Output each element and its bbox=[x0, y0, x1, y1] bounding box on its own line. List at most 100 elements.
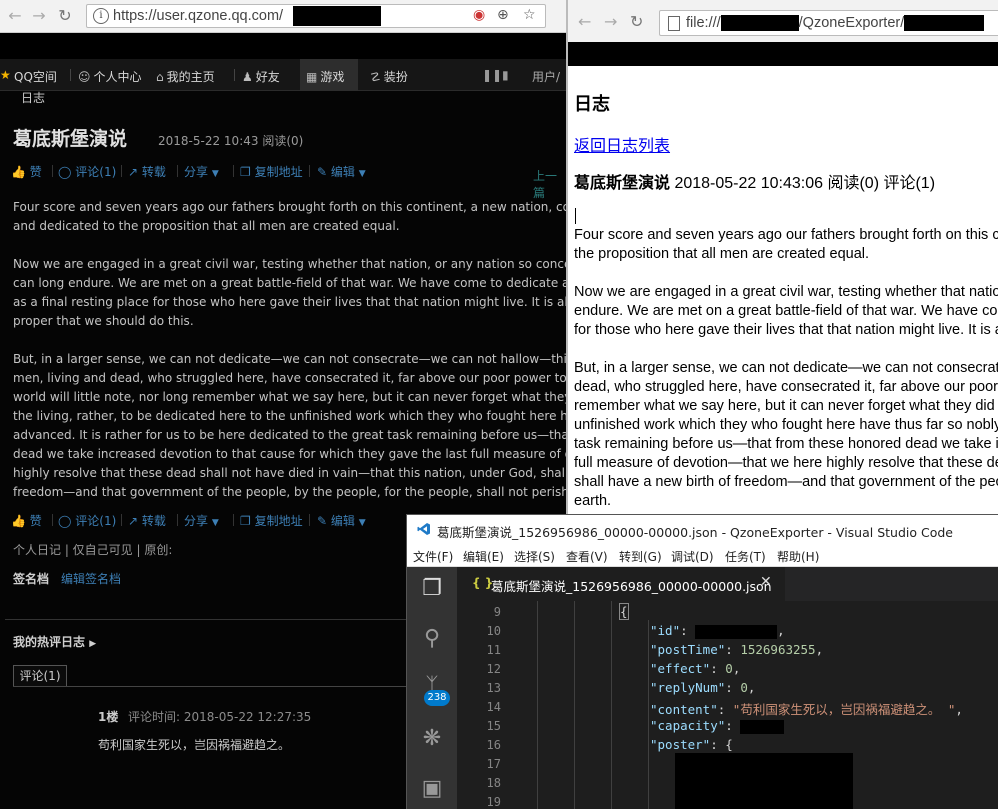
comment-button[interactable]: ◯ 评论(1) bbox=[58, 163, 116, 180]
post-title: 葛底斯堡演说 bbox=[13, 128, 128, 150]
close-icon[interactable]: ✕ bbox=[760, 574, 772, 590]
search-icon[interactable]: ⚲ bbox=[420, 627, 444, 651]
forward-arrow-icon[interactable]: → bbox=[604, 12, 617, 31]
qzone-navbar: ★ QQ空间 ☺ 个人中心 ⌂ 我的主页 ♟ 好友 ▦ 游戏 ☡ 装扮 ❚❚ ▮ 用户/ bbox=[0, 59, 566, 91]
address-url: file:////QzoneExporter/ bbox=[686, 15, 985, 32]
back-to-list-link[interactable]: 返回日志列表 bbox=[574, 132, 670, 156]
copy-address-button[interactable]: ❐ 复制地址 bbox=[240, 163, 303, 180]
post-line: Four score and seven years ago our fathe… bbox=[13, 200, 566, 214]
code-line: "content": "苟利国家生死以，岂因祸福避趋之。 ", bbox=[650, 702, 963, 717]
source-control-badge: 238 bbox=[424, 690, 450, 706]
code-line: "poster": { bbox=[650, 737, 733, 752]
signature-label: 签名档 bbox=[13, 572, 50, 586]
code-line: "capacity": bbox=[650, 718, 785, 734]
bookmark-star-icon[interactable]: ☆ bbox=[523, 7, 536, 23]
code-line: "postTime": 1526963255, bbox=[650, 642, 824, 657]
post-line: unfinished work which they who fought he… bbox=[574, 417, 998, 433]
grid-icon: ▦ bbox=[306, 70, 318, 84]
editor-tabs: { } 葛底斯堡演说_1526956986_00000-00000.json ✕ bbox=[457, 567, 998, 601]
share-button[interactable]: 分享 ▼ bbox=[184, 163, 219, 180]
zoom-icon[interactable]: ⊕ bbox=[497, 7, 509, 23]
nav-personal-center[interactable]: ☺ 个人中心 bbox=[78, 68, 142, 85]
menu-edit[interactable]: 编辑(E) bbox=[463, 548, 504, 565]
pause-icon[interactable]: ❚❚ bbox=[482, 68, 502, 82]
chevron-right-icon: ▶ bbox=[89, 639, 97, 649]
menu-selection[interactable]: 选择(S) bbox=[514, 548, 555, 565]
post-line: freedom—and that government of the peopl… bbox=[13, 485, 566, 499]
prev-post-link[interactable]: 上一篇 bbox=[533, 167, 566, 201]
post-meta: 葛底斯堡演说 2018-05-22 10:43:06 阅读(0) 评论(1) bbox=[574, 175, 936, 192]
tab-comments[interactable]: 评论(1) bbox=[13, 665, 67, 687]
chevron-down-icon: ▼ bbox=[358, 169, 366, 179]
post-line: earth. bbox=[574, 493, 612, 509]
repost-button[interactable]: ↗ 转载 bbox=[128, 512, 166, 529]
signal-icon[interactable]: ▮ bbox=[502, 68, 509, 82]
menu-debug[interactable]: 调试(D) bbox=[671, 548, 714, 565]
forward-arrow-icon[interactable]: → bbox=[30, 7, 48, 25]
reload-icon[interactable]: ↻ bbox=[56, 7, 74, 25]
reload-icon[interactable]: ↻ bbox=[630, 12, 643, 31]
extensions-icon[interactable]: ▣ bbox=[420, 777, 444, 801]
repost-button[interactable]: ↗ 转载 bbox=[128, 163, 166, 180]
menu-tasks[interactable]: 任务(T) bbox=[725, 548, 766, 565]
browser-toolbar: ← → ↻ i https://user.qzone.qq.com/ ◉ ⊕ ☆ bbox=[0, 0, 566, 33]
comment-icon: ◯ bbox=[58, 165, 72, 179]
like-button[interactable]: 👍 赞 bbox=[11, 512, 42, 529]
menu-bar: 文件(F) 编辑(E) 选择(S) 查看(V) 转到(G) 调试(D) 任务(T… bbox=[407, 545, 998, 567]
line-number: 12 bbox=[486, 662, 501, 676]
qzone-logo[interactable]: QQ空间 bbox=[14, 68, 57, 85]
blocked-content-icon[interactable]: ◉ bbox=[473, 7, 485, 23]
post-title: 葛底斯堡演说 bbox=[574, 175, 671, 192]
code-line: "replyNum": 0, bbox=[650, 680, 756, 695]
explorer-files-icon[interactable]: ❐ bbox=[420, 577, 444, 601]
menu-goto[interactable]: 转到(G) bbox=[619, 548, 662, 565]
vscode-window: 葛底斯堡演说_1526956986_00000-00000.json - Qzo… bbox=[406, 514, 998, 809]
line-number: 9 bbox=[493, 605, 501, 619]
post-line: advanced. It is rather for us to be here… bbox=[13, 428, 566, 442]
edit-button[interactable]: ✎ 编辑 ▼ bbox=[317, 512, 366, 529]
person-icon: ☺ bbox=[78, 70, 91, 84]
like-button[interactable]: 👍 赞 bbox=[11, 163, 42, 180]
address-bar[interactable]: file:////QzoneExporter/ bbox=[659, 10, 998, 36]
edit-button[interactable]: ✎ 编辑 ▼ bbox=[317, 163, 366, 180]
user-menu[interactable]: 用户/ bbox=[532, 68, 560, 85]
post-line: men, living and dead, who struggled here… bbox=[13, 371, 566, 385]
post-line: the living, rather, to be dedicated here… bbox=[13, 409, 566, 423]
nav-decorate[interactable]: ☡ 装扮 bbox=[370, 68, 408, 85]
home-icon: ⌂ bbox=[156, 70, 164, 84]
edit-icon: ✎ bbox=[317, 165, 328, 179]
back-arrow-icon[interactable]: ← bbox=[578, 12, 591, 31]
editor-tab-json[interactable]: { } 葛底斯堡演说_1526956986_00000-00000.json ✕ bbox=[457, 567, 785, 601]
code-line: "id": , bbox=[650, 623, 785, 639]
share-button[interactable]: 分享 ▼ bbox=[184, 512, 219, 529]
back-arrow-icon[interactable]: ← bbox=[6, 7, 24, 25]
menu-file[interactable]: 文件(F) bbox=[413, 548, 453, 565]
copy-address-button[interactable]: ❐ 复制地址 bbox=[240, 512, 303, 529]
line-number: 18 bbox=[486, 776, 501, 790]
browser-toolbar: ← → ↻ file:////QzoneExporter/ bbox=[568, 0, 998, 42]
text-cursor bbox=[575, 208, 576, 224]
comment-floor: 1楼 bbox=[98, 710, 119, 724]
line-number: 16 bbox=[486, 738, 501, 752]
comment-time: 评论时间: 2018-05-22 12:27:35 bbox=[128, 710, 312, 724]
edit-signature-link[interactable]: 编辑签名档 bbox=[61, 570, 121, 587]
nav-friends[interactable]: ♟ 好友 bbox=[242, 68, 280, 85]
nav-my-homepage[interactable]: ⌂ 我的主页 bbox=[156, 68, 215, 85]
code-line: "effect": 0, bbox=[650, 661, 741, 676]
address-url: https://user.qzone.qq.com/ bbox=[113, 8, 284, 24]
file-icon bbox=[668, 16, 680, 31]
comment-button[interactable]: ◯ 评论(1) bbox=[58, 512, 116, 529]
hot-comments-link[interactable]: 我的热评日志 ▶ bbox=[13, 633, 96, 650]
debug-bug-icon[interactable]: ❋ bbox=[420, 727, 444, 751]
exporter-browser-window: ← → ↻ file:////QzoneExporter/ 日志 返回日志列表 … bbox=[566, 0, 998, 520]
activity-bar: ❐ ⚲ ᛉ ❋ ▣ bbox=[407, 567, 457, 809]
menu-help[interactable]: 帮助(H) bbox=[777, 548, 819, 565]
address-bar[interactable]: i https://user.qzone.qq.com/ ◉ ⊕ ☆ bbox=[86, 4, 546, 28]
post-line: endure. We are met on a great battle-fie… bbox=[574, 303, 998, 319]
menu-view[interactable]: 查看(V) bbox=[566, 548, 608, 565]
post-line: But, in a larger sense, we can not dedic… bbox=[13, 352, 566, 366]
friends-icon: ♟ bbox=[242, 70, 253, 84]
edit-icon: ✎ bbox=[317, 514, 328, 528]
site-info-icon[interactable]: i bbox=[93, 8, 109, 24]
nav-games[interactable]: ▦ 游戏 bbox=[306, 68, 344, 85]
